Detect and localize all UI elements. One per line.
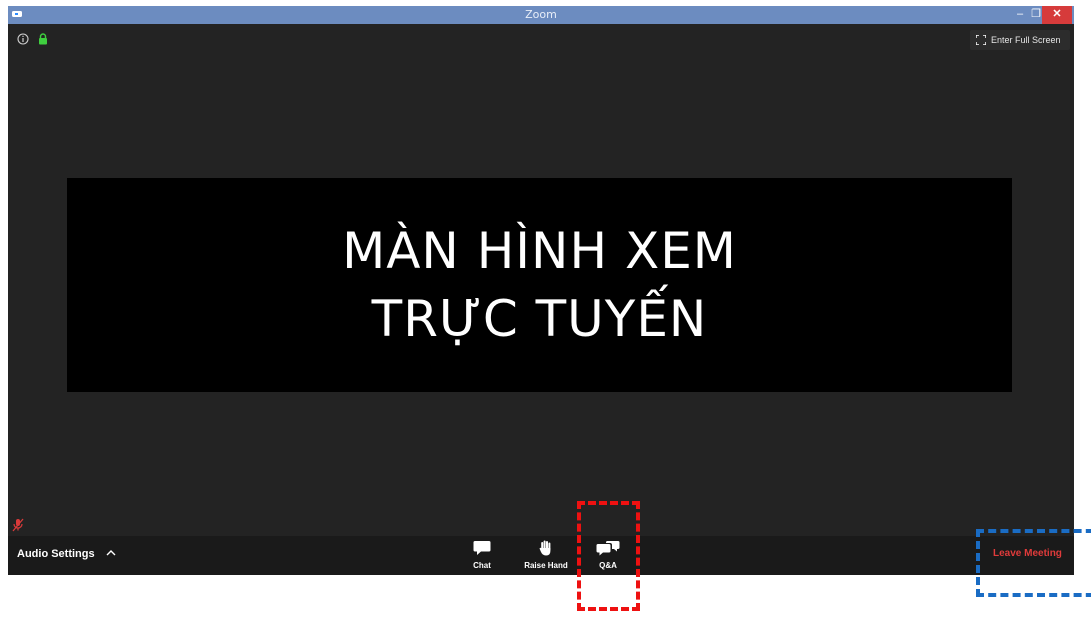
minimize-button[interactable]: – (1012, 6, 1028, 24)
close-button[interactable]: ✕ (1042, 6, 1072, 24)
enter-full-screen-label: Enter Full Screen (991, 35, 1061, 45)
lock-icon[interactable] (38, 33, 48, 45)
raise-hand-icon (539, 540, 551, 556)
audio-settings-label: Audio Settings (17, 548, 95, 560)
raise-hand-button[interactable]: Raise Hand (517, 540, 575, 573)
qa-highlight-box (577, 501, 640, 611)
expand-icon (976, 35, 986, 45)
chevron-up-icon[interactable] (106, 550, 116, 556)
window-title: Zoom (525, 8, 557, 21)
meeting-toolbar: Audio Settings Chat Raise Hand Q&A Leave… (8, 536, 1074, 575)
shared-screen-line-1: MÀN HÌNH XEM (342, 222, 737, 280)
enter-full-screen-button[interactable]: Enter Full Screen (970, 30, 1070, 50)
shared-screen-line-2: TRỰC TUYẾN (371, 290, 708, 348)
mic-muted-icon (12, 518, 24, 532)
title-bar: Zoom – ❐ ✕ (8, 6, 1074, 24)
info-icon[interactable] (17, 33, 29, 45)
chat-label: Chat (473, 561, 491, 570)
chat-button[interactable]: Chat (467, 540, 497, 573)
shared-screen: MÀN HÌNH XEM TRỰC TUYẾN (67, 178, 1012, 392)
shared-screen-text: MÀN HÌNH XEM TRỰC TUYẾN (342, 217, 737, 353)
raise-hand-label: Raise Hand (524, 561, 568, 570)
audio-settings-button[interactable]: Audio Settings (17, 548, 116, 560)
chat-bubble-icon (473, 541, 491, 555)
zoom-window: Zoom – ❐ ✕ Enter Full Screen MÀN HÌNH XE… (8, 6, 1074, 575)
meeting-view: Enter Full Screen MÀN HÌNH XEM TRỰC TUYẾ… (8, 24, 1074, 536)
leave-meeting-highlight-box (976, 529, 1091, 597)
